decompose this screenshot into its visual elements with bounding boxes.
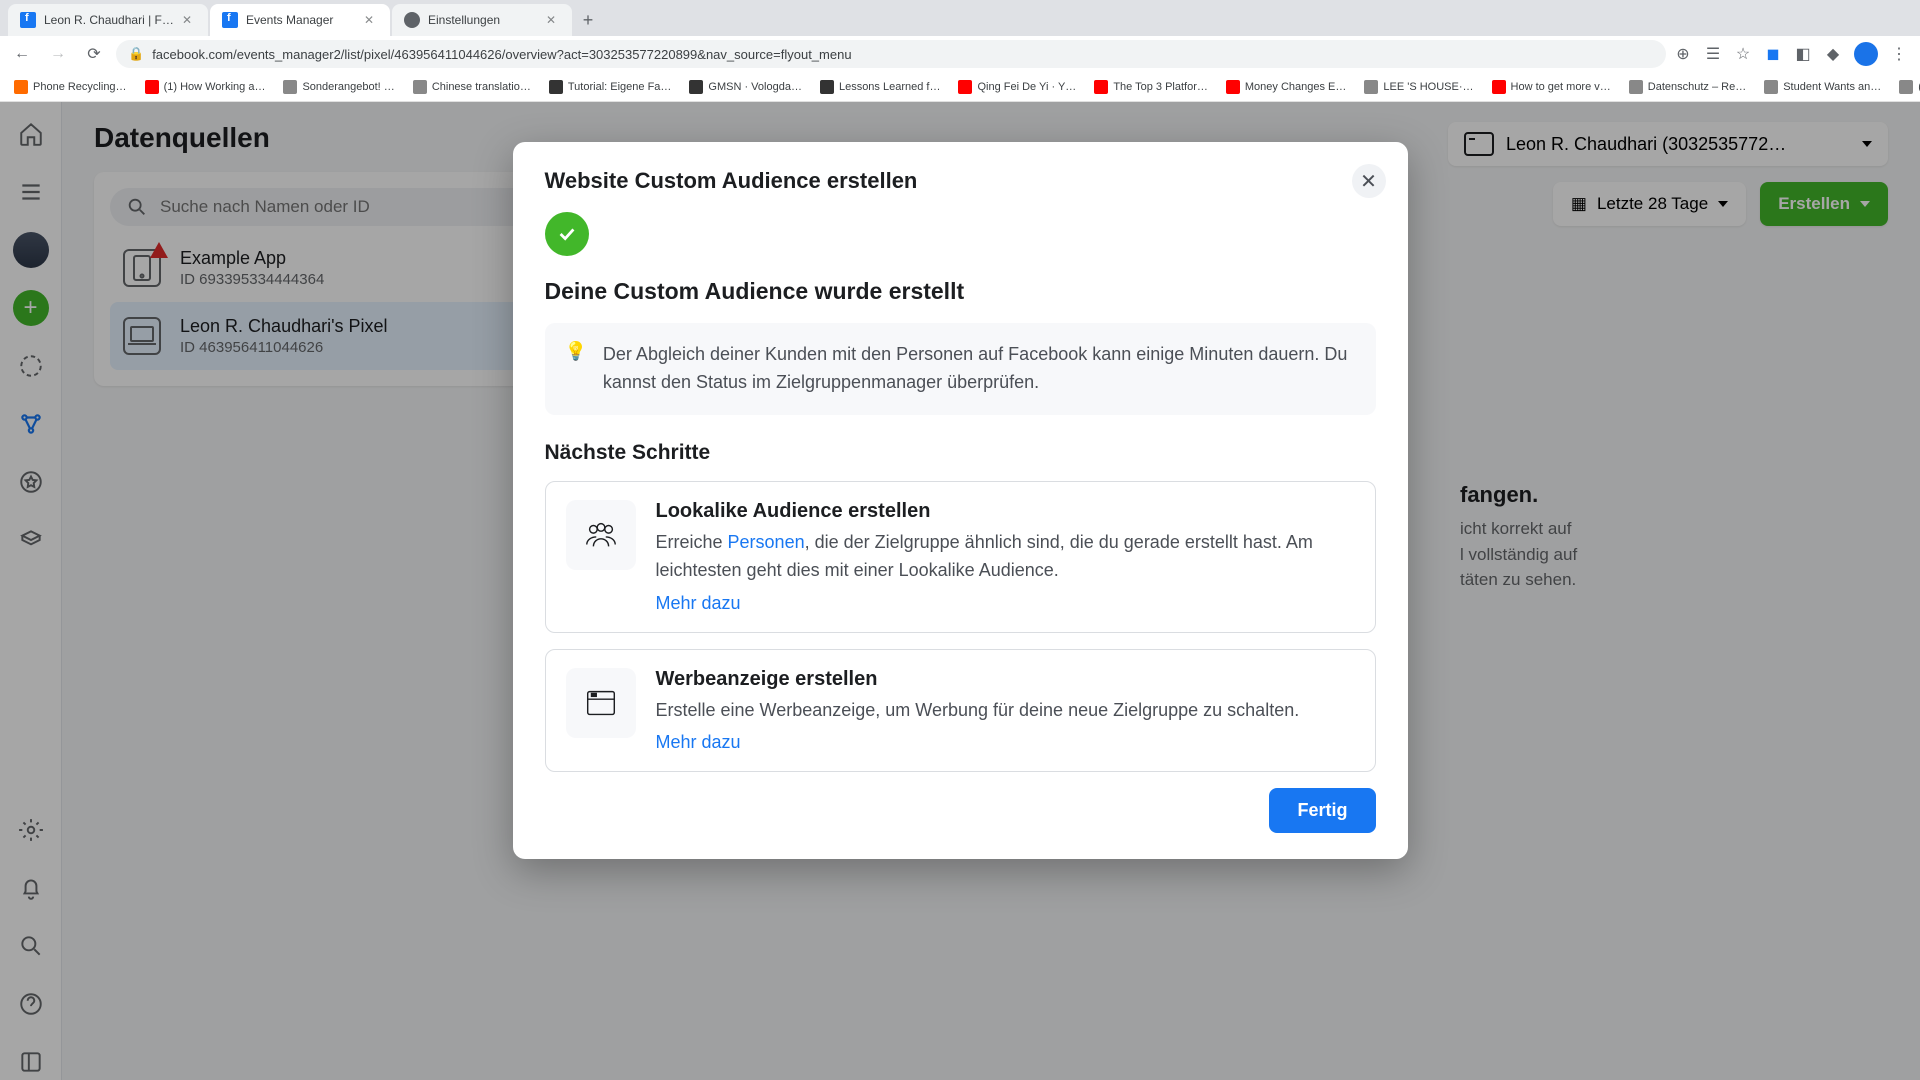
bookmark-item[interactable]: Chinese translatio… (407, 76, 537, 98)
more-link[interactable]: Mehr dazu (656, 593, 741, 614)
done-button[interactable]: Fertig (1269, 788, 1375, 833)
facebook-icon (20, 12, 36, 28)
bookmarks-bar: Phone Recycling… (1) How Working a… Sond… (0, 72, 1920, 102)
bookmark-item[interactable]: GMSN · Vologda… (683, 76, 808, 98)
url-text: facebook.com/events_manager2/list/pixel/… (152, 47, 851, 62)
bookmark-item[interactable]: Phone Recycling… (8, 76, 133, 98)
info-box: 💡 Der Abgleich deiner Kunden mit den Per… (545, 323, 1376, 415)
modal-heading: Deine Custom Audience wurde erstellt (545, 278, 1376, 305)
zoom-icon[interactable]: ⊕ (1674, 45, 1692, 63)
gear-icon (404, 12, 420, 28)
new-tab-button[interactable]: + (574, 6, 602, 34)
translate-icon[interactable]: ☰ (1704, 45, 1722, 63)
back-button[interactable]: ← (8, 40, 36, 68)
tab-title: Einstellungen (428, 13, 538, 27)
facebook-pixel-icon[interactable]: ◼ (1764, 45, 1782, 63)
bookmark-item[interactable]: (1) How Working a… (139, 76, 272, 98)
bookmark-item[interactable]: Money Changes E… (1220, 76, 1353, 98)
bookmark-item[interactable]: Tutorial: Eigene Fa… (543, 76, 678, 98)
bookmark-item[interactable]: Datenschutz – Re… (1623, 76, 1752, 98)
menu-icon[interactable]: ⋮ (1890, 45, 1908, 63)
extension-icon-2[interactable]: ◆ (1824, 45, 1842, 63)
link-personen[interactable]: Personen (728, 532, 805, 552)
close-icon[interactable]: ✕ (546, 13, 560, 27)
people-icon (566, 500, 636, 570)
close-icon[interactable]: ✕ (182, 13, 196, 27)
forward-button[interactable]: → (44, 40, 72, 68)
tab-bar: Leon R. Chaudhari | Facebook ✕ Events Ma… (0, 0, 1920, 36)
tab-settings[interactable]: Einstellungen ✕ (392, 4, 572, 36)
lightbulb-icon: 💡 (565, 341, 587, 397)
tab-facebook-profile[interactable]: Leon R. Chaudhari | Facebook ✕ (8, 4, 208, 36)
tab-title: Leon R. Chaudhari | Facebook (44, 13, 174, 27)
reload-button[interactable]: ⟳ (80, 40, 108, 68)
bookmark-item[interactable]: (2) How To Add A… (1893, 76, 1920, 98)
bookmark-item[interactable]: Lessons Learned f… (814, 76, 947, 98)
lock-icon: 🔒 (128, 46, 144, 62)
modal-overlay: Website Custom Audience erstellen ✕ Dein… (0, 102, 1920, 1080)
star-icon[interactable]: ☆ (1734, 45, 1752, 63)
url-bar: ← → ⟳ 🔒 facebook.com/events_manager2/lis… (0, 36, 1920, 72)
step-create-ad[interactable]: Werbeanzeige erstellen Erstelle eine Wer… (545, 649, 1376, 773)
bookmark-item[interactable]: Sonderangebot! … (277, 76, 400, 98)
bookmark-item[interactable]: Qing Fei De Yi · Y… (952, 76, 1082, 98)
url-field[interactable]: 🔒 facebook.com/events_manager2/list/pixe… (116, 40, 1666, 68)
step-title: Werbeanzeige erstellen (656, 668, 1300, 691)
more-link[interactable]: Mehr dazu (656, 732, 741, 753)
bookmark-item[interactable]: How to get more v… (1486, 76, 1617, 98)
extension-icon[interactable]: ◧ (1794, 45, 1812, 63)
create-audience-modal: Website Custom Audience erstellen ✕ Dein… (513, 142, 1408, 859)
step-lookalike[interactable]: Lookalike Audience erstellen Erreiche Pe… (545, 481, 1376, 633)
ad-icon (566, 668, 636, 738)
tab-events-manager[interactable]: Events Manager ✕ (210, 4, 390, 36)
step-description: Erreiche Personen, die der Zielgruppe äh… (656, 529, 1355, 585)
profile-avatar[interactable] (1854, 42, 1878, 66)
facebook-icon (222, 12, 238, 28)
tab-title: Events Manager (246, 13, 356, 27)
close-button[interactable]: ✕ (1352, 164, 1386, 198)
success-check-icon (545, 212, 589, 256)
bookmark-item[interactable]: Student Wants an… (1758, 76, 1887, 98)
close-icon[interactable]: ✕ (364, 13, 378, 27)
next-steps-heading: Nächste Schritte (545, 441, 1376, 465)
bookmark-item[interactable]: LEE 'S HOUSE·… (1358, 76, 1479, 98)
info-text: Der Abgleich deiner Kunden mit den Perso… (603, 341, 1356, 397)
bookmark-item[interactable]: The Top 3 Platfor… (1088, 76, 1214, 98)
modal-title: Website Custom Audience erstellen (545, 168, 1376, 194)
step-description: Erstelle eine Werbeanzeige, um Werbung f… (656, 697, 1300, 725)
step-title: Lookalike Audience erstellen (656, 500, 1355, 523)
